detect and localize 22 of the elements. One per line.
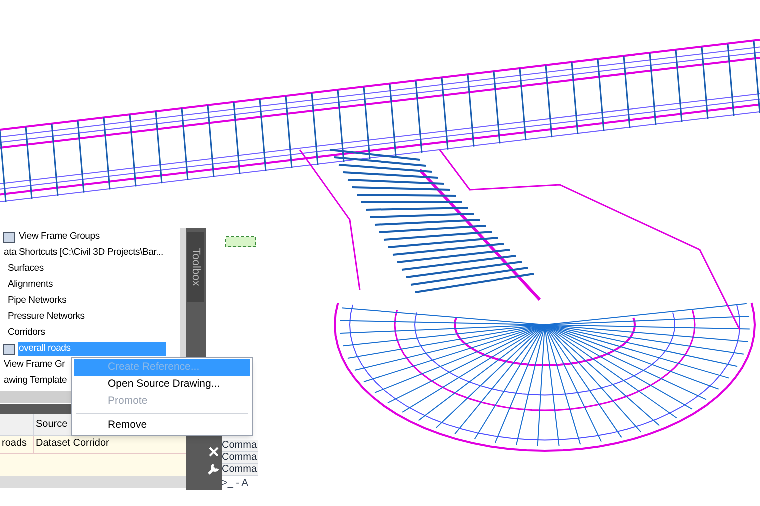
tree-item[interactable]: View Frame Gr bbox=[3, 358, 66, 372]
tree-item[interactable]: View Frame Groups bbox=[18, 230, 101, 244]
tree-item[interactable]: ata Shortcuts [C:\Civil 3D Projects\Bar... bbox=[3, 246, 164, 260]
close-icon[interactable] bbox=[209, 447, 219, 457]
tree-item[interactable]: Alignments bbox=[7, 278, 54, 292]
column-header[interactable]: Source bbox=[34, 414, 70, 435]
menu-item[interactable]: Remove bbox=[74, 417, 250, 434]
tree-item[interactable]: Pressure Networks bbox=[7, 310, 86, 324]
command-prompt[interactable]: >_ - A bbox=[222, 476, 258, 490]
table-scrollbar[interactable] bbox=[0, 476, 186, 488]
tree-item[interactable]: Surfaces bbox=[7, 262, 45, 276]
command-line: Comma bbox=[222, 440, 258, 452]
tree-item[interactable]: Corridors bbox=[7, 326, 46, 340]
menu-item[interactable]: Open Source Drawing... bbox=[74, 376, 250, 393]
table-cell: roads bbox=[0, 436, 34, 453]
command-line: Comma bbox=[222, 452, 258, 464]
table-cell-text: Dataset Corridor bbox=[35, 437, 110, 451]
tree-item[interactable]: awing Template bbox=[3, 374, 68, 388]
wrench-icon[interactable] bbox=[207, 462, 221, 476]
toolbox-tab[interactable]: Toolbox bbox=[187, 232, 204, 302]
tree-item[interactable]: Pipe Networks bbox=[7, 294, 68, 308]
selection-marker bbox=[226, 236, 256, 248]
